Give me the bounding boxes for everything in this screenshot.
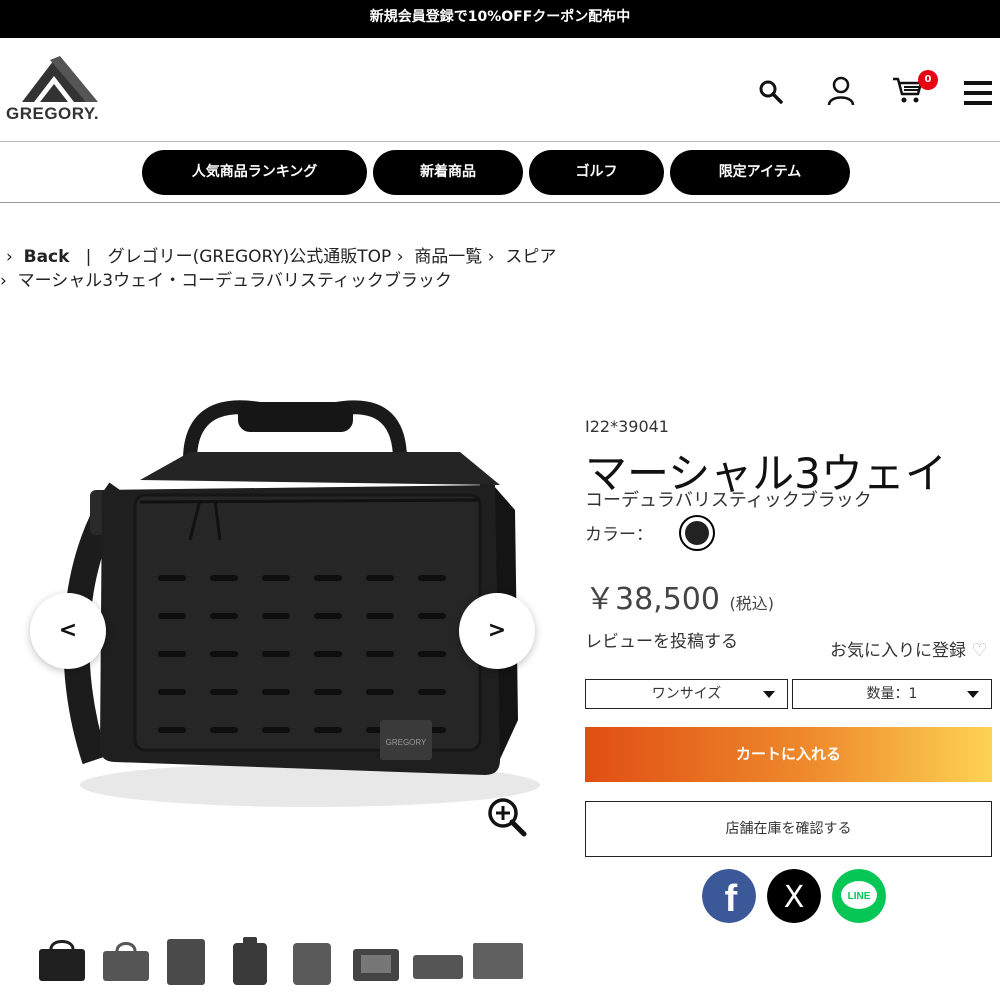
heart-icon: ♡: [971, 640, 988, 661]
favorite-button[interactable]: お気に入りに登録 ♡: [830, 636, 988, 661]
chevron-right-icon: >: [487, 618, 507, 643]
next-image-button[interactable]: >: [459, 593, 535, 669]
molle-slot: [158, 613, 186, 619]
color-label: カラー：: [585, 525, 653, 545]
molle-slot: [210, 575, 238, 581]
breadcrumb-products-link[interactable]: 商品一覧: [414, 247, 482, 267]
molle-slot: [262, 575, 290, 581]
chevron-right-icon: ›: [0, 271, 7, 291]
back-link[interactable]: Back: [24, 247, 70, 267]
size-select-value: ワンサイズ: [651, 686, 722, 702]
gregory-logo[interactable]: GREGORY.: [6, 56, 111, 126]
nav-limited[interactable]: 限定アイテム: [670, 150, 850, 195]
svg-text:X: X: [784, 880, 805, 915]
thumbnail-7[interactable]: [411, 935, 465, 987]
promo-text: 新規会員登録で10%OFFクーポン配布中: [369, 9, 631, 25]
menu-icon[interactable]: [964, 81, 992, 105]
molle-slot: [418, 613, 446, 619]
molle-slot: [314, 651, 342, 657]
nav-limited-label: 限定アイテム: [718, 164, 802, 180]
nav-ranking[interactable]: 人気商品ランキング: [142, 150, 367, 195]
quantity-select-value: 数量：1: [866, 686, 918, 702]
check-store-stock-button[interactable]: 店舗在庫を確認する: [585, 801, 992, 857]
nav-divider: [0, 202, 1000, 203]
thumbnail-8[interactable]: [471, 935, 525, 987]
breadcrumb-current: マーシャル3ウェイ・コーデュラバリスティックブラック: [17, 271, 452, 291]
svg-text:LINE: LINE: [848, 891, 871, 902]
size-select[interactable]: ワンサイズ: [585, 679, 788, 709]
molle-slot: [210, 689, 238, 695]
molle-slot: [262, 651, 290, 657]
nav-ranking-label: 人気商品ランキング: [191, 164, 318, 180]
review-link[interactable]: レビューを投稿する: [585, 627, 738, 652]
product-price: ￥38,500 (税込): [585, 574, 774, 618]
molle-slot: [210, 651, 238, 657]
color-swatch-black[interactable]: [679, 515, 715, 551]
nav-golf[interactable]: ゴルフ: [529, 150, 664, 195]
x-icon[interactable]: X: [767, 869, 821, 923]
user-icon[interactable]: [827, 76, 855, 106]
logo-text: GREGORY.: [6, 104, 100, 123]
molle-slot: [418, 575, 446, 581]
caret-down-icon: [967, 691, 979, 698]
site-header: GREGORY. 0: [0, 38, 1000, 142]
molle-slot: [366, 651, 394, 657]
molle-slot: [366, 575, 394, 581]
thumbnail-6[interactable]: [349, 935, 403, 987]
molle-slot: [210, 613, 238, 619]
facebook-icon[interactable]: f: [702, 869, 756, 923]
molle-slot: [262, 689, 290, 695]
chevron-left-icon: <: [58, 618, 78, 643]
molle-slot: [314, 613, 342, 619]
thumbnail-1[interactable]: [35, 935, 89, 987]
molle-slot: [314, 575, 342, 581]
nav-golf-label: ゴルフ: [575, 164, 618, 180]
molle-slot: [158, 727, 186, 733]
search-icon[interactable]: [758, 79, 784, 105]
nav-new-arrivals-label: 新着商品: [420, 164, 476, 180]
nav-new-arrivals[interactable]: 新着商品: [373, 150, 523, 195]
molle-slot: [262, 613, 290, 619]
molle-slot: [366, 689, 394, 695]
breadcrumb-top-link[interactable]: グレゴリー(GREGORY)公式通販TOP: [108, 247, 392, 267]
line-icon[interactable]: LINE: [832, 869, 886, 923]
thumbnail-3[interactable]: [161, 935, 215, 987]
chevron-right-icon: ›: [487, 247, 495, 267]
molle-slot: [158, 651, 186, 657]
zoom-in-icon[interactable]: [487, 797, 527, 837]
promo-bar[interactable]: 新規会員登録で10%OFFクーポン配布中: [0, 0, 1000, 38]
product-subtitle: コーデュラバリスティックブラック: [585, 490, 872, 511]
thumbnail-4[interactable]: [223, 935, 277, 987]
svg-text:f: f: [725, 878, 738, 920]
molle-slot: [262, 727, 290, 733]
molle-slot: [314, 727, 342, 733]
add-to-cart-button[interactable]: カートに入れる: [585, 727, 992, 782]
breadcrumb-separator: |: [85, 247, 92, 267]
cart-count-badge: 0: [918, 70, 938, 90]
tax-note: (税込): [729, 594, 775, 613]
molle-slot: [418, 689, 446, 695]
product-sku: I22*39041: [585, 417, 669, 436]
thumbnail-5[interactable]: [285, 935, 339, 987]
breadcrumb-spear-link[interactable]: スピア: [505, 247, 556, 267]
caret-down-icon: [763, 691, 775, 698]
molle-slot: [158, 689, 186, 695]
molle-slot: [366, 613, 394, 619]
logo-mountain-icon: [22, 56, 98, 102]
logo-patch-text: GREGORY: [386, 738, 427, 747]
quantity-select[interactable]: 数量：1: [792, 679, 992, 709]
prev-image-button[interactable]: <: [30, 593, 106, 669]
molle-slot: [158, 575, 186, 581]
thumbnail-2[interactable]: [99, 935, 153, 987]
price-value: ￥38,500: [585, 582, 720, 617]
molle-slot: [314, 689, 342, 695]
favorite-label: お気に入りに登録: [830, 641, 966, 661]
chevron-right-icon: ›: [6, 247, 13, 267]
molle-slot: [210, 727, 238, 733]
chevron-right-icon: ›: [396, 247, 404, 267]
molle-slot: [418, 651, 446, 657]
